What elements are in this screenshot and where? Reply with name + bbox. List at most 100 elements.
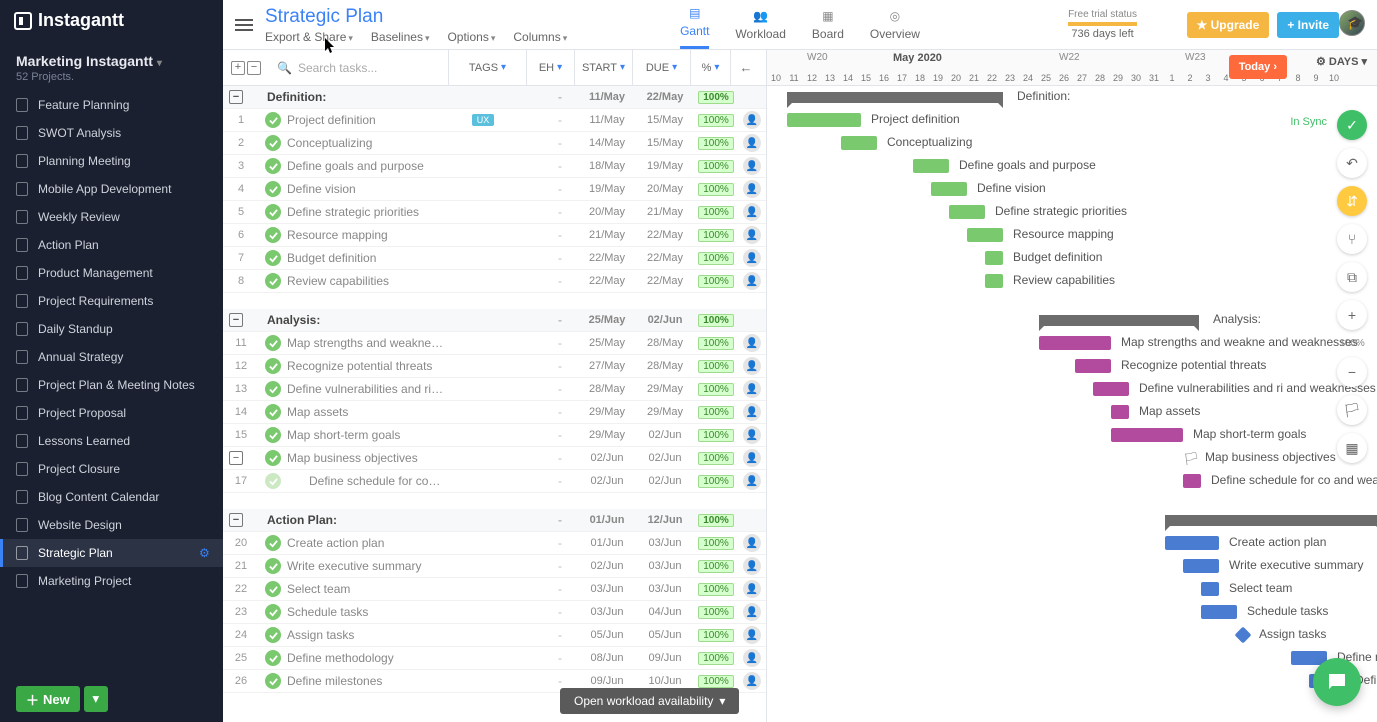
- menu-item[interactable]: Options▾: [447, 30, 495, 44]
- view-tab[interactable]: ◎Overview: [870, 8, 920, 49]
- sort-button[interactable]: ⇵: [1337, 186, 1367, 216]
- task-row[interactable]: 8Review capabilities-22/May22/May100%👤: [223, 270, 766, 293]
- view-tab[interactable]: ▦Board: [812, 8, 844, 49]
- workload-button[interactable]: Open workload availability ▾: [560, 688, 739, 714]
- expand-collapse[interactable]: +−: [223, 61, 269, 75]
- gantt-milestone[interactable]: [1235, 627, 1252, 644]
- assignee-avatar[interactable]: 👤: [743, 226, 761, 244]
- gantt-bar[interactable]: [985, 251, 1003, 265]
- assignee-avatar[interactable]: 👤: [743, 557, 761, 575]
- task-row[interactable]: 15Map short-term goals-29/May02/Jun100%👤: [223, 424, 766, 447]
- assignee-avatar[interactable]: 👤: [743, 626, 761, 644]
- task-row[interactable]: 3Define goals and purpose-18/May19/May10…: [223, 155, 766, 178]
- grid-button[interactable]: ▦: [1337, 433, 1367, 463]
- check-icon[interactable]: [265, 604, 281, 620]
- gantt-bar[interactable]: [949, 205, 985, 219]
- check-icon[interactable]: [265, 473, 281, 489]
- assignee-avatar[interactable]: 👤: [743, 272, 761, 290]
- sidebar-project-item[interactable]: Website Design: [0, 511, 223, 539]
- check-icon[interactable]: [265, 450, 281, 466]
- section-row[interactable]: −Definition:-11/May22/May100%: [223, 86, 766, 109]
- check-icon[interactable]: [265, 204, 281, 220]
- task-row[interactable]: 23Schedule tasks-03/Jun04/Jun100%👤: [223, 601, 766, 624]
- view-tab[interactable]: ▤Gantt: [680, 5, 709, 49]
- assignee-avatar[interactable]: 👤: [743, 649, 761, 667]
- assignee-avatar[interactable]: 👤: [743, 403, 761, 421]
- check-icon[interactable]: [265, 273, 281, 289]
- task-row[interactable]: 11Map strengths and weakne…-25/May28/May…: [223, 332, 766, 355]
- task-row[interactable]: 7Budget definition-22/May22/May100%👤: [223, 247, 766, 270]
- check-icon[interactable]: [265, 381, 281, 397]
- zoom-in-button[interactable]: +: [1337, 300, 1367, 330]
- sidebar-project-item[interactable]: Lessons Learned: [0, 427, 223, 455]
- sidebar-project-item[interactable]: Planning Meeting: [0, 147, 223, 175]
- sidebar-project-item[interactable]: SWOT Analysis: [0, 119, 223, 147]
- assignee-avatar[interactable]: 👤: [743, 449, 761, 467]
- task-row[interactable]: −Map business objectives-02/Jun02/Jun100…: [223, 447, 766, 470]
- assignee-avatar[interactable]: 👤: [743, 157, 761, 175]
- check-icon[interactable]: [265, 158, 281, 174]
- hamburger-icon[interactable]: [235, 19, 253, 31]
- view-tab[interactable]: 👥Workload: [735, 8, 785, 49]
- task-row[interactable]: 21Write executive summary-02/Jun03/Jun10…: [223, 555, 766, 578]
- menu-item[interactable]: Export & Share▾: [265, 30, 353, 44]
- assignee-avatar[interactable]: 👤: [743, 249, 761, 267]
- assignee-avatar[interactable]: 👤: [743, 134, 761, 152]
- gantt-bar[interactable]: [913, 159, 949, 173]
- upgrade-button[interactable]: ★ Upgrade: [1187, 12, 1270, 38]
- assignee-avatar[interactable]: 👤: [743, 534, 761, 552]
- col-eh[interactable]: EH▾: [527, 50, 575, 85]
- gantt-bar[interactable]: [1183, 559, 1219, 573]
- check-icon[interactable]: [265, 427, 281, 443]
- section-row[interactable]: −Action Plan:-01/Jun12/Jun100%: [223, 509, 766, 532]
- sidebar-project-item[interactable]: Annual Strategy: [0, 343, 223, 371]
- new-button[interactable]: ＋ New: [16, 686, 80, 712]
- assignee-avatar[interactable]: 👤: [743, 472, 761, 490]
- undo-button[interactable]: ↶: [1337, 148, 1367, 178]
- sidebar-project-item[interactable]: Blog Content Calendar: [0, 483, 223, 511]
- check-icon[interactable]: [265, 535, 281, 551]
- check-icon[interactable]: [265, 227, 281, 243]
- sidebar-project-item[interactable]: Project Plan & Meeting Notes: [0, 371, 223, 399]
- task-row[interactable]: 4Define vision-19/May20/May100%👤: [223, 178, 766, 201]
- gantt-bar[interactable]: [1093, 382, 1129, 396]
- invite-button[interactable]: + Invite: [1277, 12, 1339, 38]
- assignee-avatar[interactable]: 👤: [743, 603, 761, 621]
- gantt-bar[interactable]: [1165, 536, 1219, 550]
- task-row[interactable]: 5Define strategic priorities-20/May21/Ma…: [223, 201, 766, 224]
- today-button[interactable]: Today ›: [1229, 55, 1287, 79]
- check-icon[interactable]: [265, 112, 281, 128]
- task-row[interactable]: 14Map assets-29/May29/May100%👤: [223, 401, 766, 424]
- gantt-bar[interactable]: [1111, 428, 1183, 442]
- sidebar-project-item[interactable]: Feature Planning: [0, 91, 223, 119]
- assignee-avatar[interactable]: 👤: [743, 380, 761, 398]
- assignee-avatar[interactable]: 👤: [743, 426, 761, 444]
- task-row[interactable]: 25Define methodology-08/Jun09/Jun100%👤: [223, 647, 766, 670]
- collapse-icon[interactable]: −: [229, 451, 243, 465]
- tag-badge[interactable]: UX: [472, 114, 495, 126]
- check-icon[interactable]: [265, 581, 281, 597]
- graduation-icon[interactable]: 🎓: [1347, 15, 1367, 35]
- sidebar-project-item[interactable]: Project Requirements: [0, 287, 223, 315]
- minus-icon[interactable]: −: [247, 61, 261, 75]
- gantt-bar[interactable]: [787, 113, 861, 127]
- task-row[interactable]: 13Define vulnerabilities and ri…-28/May2…: [223, 378, 766, 401]
- assignee-avatar[interactable]: 👤: [743, 357, 761, 375]
- check-icon[interactable]: [265, 404, 281, 420]
- gear-icon[interactable]: ⚙: [199, 546, 213, 560]
- assignee-avatar[interactable]: 👤: [743, 111, 761, 129]
- gantt-bar[interactable]: [1075, 359, 1111, 373]
- gantt-bar[interactable]: [1201, 582, 1219, 596]
- sidebar-project-item[interactable]: Project Proposal: [0, 399, 223, 427]
- menu-item[interactable]: Columns▾: [513, 30, 567, 44]
- col-due[interactable]: DUE▾: [633, 50, 691, 85]
- sidebar-project-item[interactable]: Mobile App Development: [0, 175, 223, 203]
- section-row[interactable]: −Analysis:-25/May02/Jun100%: [223, 309, 766, 332]
- gantt-bar[interactable]: [1039, 336, 1111, 350]
- col-tags[interactable]: TAGS▾: [449, 50, 527, 85]
- gantt-bar[interactable]: [1111, 405, 1129, 419]
- collapse-icon[interactable]: −: [229, 313, 243, 327]
- zoom-out-button[interactable]: −: [1337, 357, 1367, 387]
- task-row[interactable]: 24Assign tasks-05/Jun05/Jun100%👤: [223, 624, 766, 647]
- check-icon[interactable]: [265, 650, 281, 666]
